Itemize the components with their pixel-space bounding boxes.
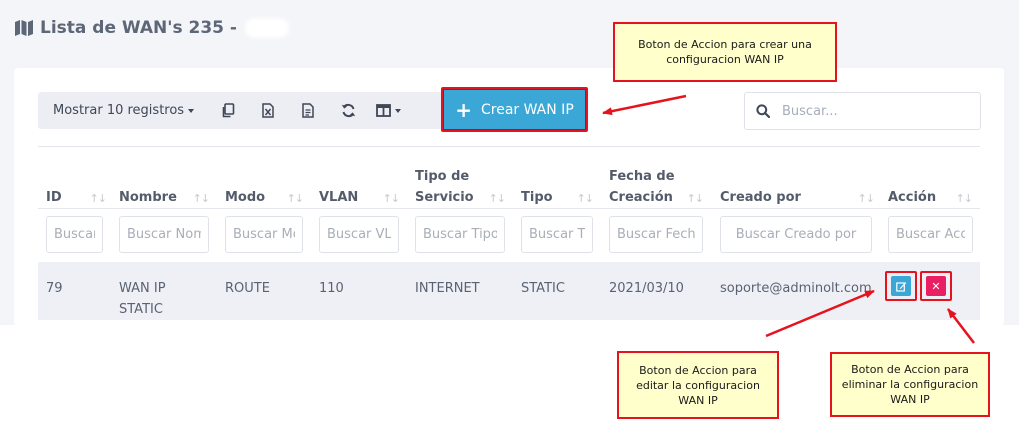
- sort-icon: ↑↓: [488, 192, 506, 205]
- cell-modo: ROUTE: [225, 281, 270, 296]
- cell-nombre: WAN IP STATIC: [119, 278, 166, 320]
- column-header-accion[interactable]: Acción ↑↓: [888, 160, 974, 208]
- sort-icon: ↑↓: [286, 192, 304, 205]
- table-top-divider: [38, 146, 980, 147]
- filter-accion-input[interactable]: [888, 216, 973, 253]
- chevron-down-icon: [394, 108, 401, 113]
- filter-fecha-input[interactable]: [609, 216, 703, 253]
- column-header-id[interactable]: ID ↑↓: [46, 160, 108, 208]
- search-box: [744, 92, 981, 130]
- filter-nombre-input[interactable]: [119, 216, 209, 253]
- page-title: Lista de WAN's 235 -: [14, 18, 289, 38]
- sort-icon: ↑↓: [955, 192, 973, 205]
- redacted-title-part: [245, 18, 289, 38]
- create-wan-ip-button[interactable]: + Crear WAN IP: [441, 87, 588, 132]
- excel-icon: [262, 103, 274, 118]
- refresh-button[interactable]: [328, 92, 368, 129]
- copy-button[interactable]: [208, 92, 248, 129]
- column-header-vlan[interactable]: VLAN ↑↓: [319, 160, 401, 208]
- sort-icon: ↑↓: [192, 192, 210, 205]
- column-visibility-button[interactable]: [368, 92, 408, 129]
- csv-button[interactable]: [288, 92, 328, 129]
- create-wan-ip-label: Crear WAN IP: [480, 101, 574, 118]
- annotation-edit: Boton de Accion para editar la configura…: [617, 351, 779, 419]
- plus-icon: +: [455, 97, 472, 122]
- refresh-icon: [341, 103, 355, 118]
- excel-button[interactable]: [248, 92, 288, 129]
- cell-creado-por: soporte@adminolt.com: [720, 281, 872, 296]
- search-icon: [756, 104, 770, 118]
- copy-icon: [222, 103, 235, 118]
- map-icon: [15, 20, 33, 36]
- cell-tipo: STATIC: [521, 281, 565, 296]
- column-header-modo[interactable]: Modo ↑↓: [225, 160, 305, 208]
- cell-fecha: 2021/03/10: [609, 281, 684, 296]
- column-header-tipo[interactable]: Tipo ↑↓: [521, 160, 595, 208]
- filter-tipo-input[interactable]: [521, 216, 593, 253]
- filter-vlan-input[interactable]: [319, 216, 399, 253]
- column-header-nombre[interactable]: Nombre ↑↓: [119, 160, 211, 208]
- cell-tipo-servicio: INTERNET: [415, 281, 480, 296]
- sort-icon: ↑↓: [686, 192, 704, 205]
- columns-icon: [375, 104, 391, 117]
- sort-icon: ↑↓: [382, 192, 400, 205]
- page-length-dropdown[interactable]: Mostrar 10 registros: [38, 92, 208, 129]
- sort-icon: ↑↓: [89, 192, 107, 205]
- cell-nombre-line2: STATIC: [119, 302, 163, 317]
- table-toolbar: Mostrar 10 registros: [38, 92, 443, 129]
- filter-creado-por-input[interactable]: [720, 216, 872, 253]
- column-header-fecha[interactable]: Fecha de Creación ↑↓: [609, 160, 705, 208]
- column-header-creado-por[interactable]: Creado por ↑↓: [720, 160, 876, 208]
- annotation-create: Boton de Accion para crear una configura…: [613, 22, 837, 82]
- filter-modo-input[interactable]: [225, 216, 303, 253]
- edit-button[interactable]: [885, 271, 917, 301]
- csv-icon: [302, 103, 314, 118]
- page-title-text: Lista de WAN's 235 -: [40, 18, 237, 38]
- filter-id-input[interactable]: [46, 216, 103, 253]
- chevron-down-icon: [188, 108, 195, 113]
- cell-id: 79: [46, 281, 63, 296]
- sort-icon: ↑↓: [576, 192, 594, 205]
- annotation-delete: Boton de Accion para eliminar la configu…: [830, 352, 990, 417]
- sort-icon: ↑↓: [857, 192, 875, 205]
- page-length-label: Mostrar 10 registros: [53, 103, 185, 118]
- cell-nombre-line1: WAN IP: [119, 281, 166, 296]
- filter-tipo-servicio-input[interactable]: [415, 216, 505, 253]
- close-icon: ✕: [926, 276, 946, 296]
- search-input[interactable]: [782, 103, 952, 119]
- cell-vlan: 110: [319, 281, 344, 296]
- edit-icon: [891, 276, 911, 296]
- column-header-tipo-servicio[interactable]: Tipo de Servicio ↑↓: [415, 160, 507, 208]
- header-divider: [38, 208, 980, 209]
- wan-list-card: Mostrar 10 registros + Crear WAN IP Busc…: [14, 68, 1004, 326]
- delete-button[interactable]: ✕: [920, 271, 952, 301]
